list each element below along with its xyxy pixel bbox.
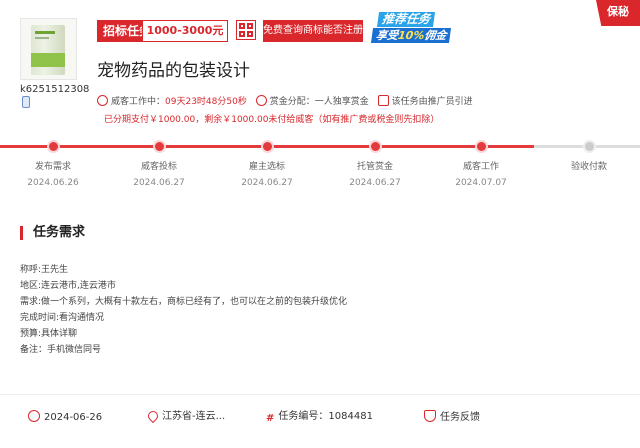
clock-icon bbox=[97, 95, 108, 106]
req-budget: 预算:具体详聊 bbox=[20, 329, 78, 339]
confidential-corner-badge: 保秘 bbox=[596, 0, 640, 26]
trademark-check-button[interactable]: 免费查询商标能否注册 bbox=[263, 20, 363, 42]
referral-text: 该任务由推广员引进 bbox=[391, 97, 473, 107]
promo-line-1: 推荐任务 bbox=[376, 12, 436, 27]
divider bbox=[0, 394, 640, 395]
req-region: 地区:连云港市,连云港市 bbox=[20, 281, 116, 291]
progress-step: 验收付款 bbox=[544, 140, 634, 178]
progress-step: 威客工作 2024.07.07 bbox=[436, 140, 526, 188]
progress-step: 发布需求 2024.06.26 bbox=[8, 140, 98, 188]
footer-location: 江苏省-连云... bbox=[145, 408, 225, 424]
progress-step: 威客投标 2024.06.27 bbox=[114, 140, 204, 188]
shield-icon bbox=[424, 410, 436, 422]
promoter-icon bbox=[377, 95, 389, 106]
footer-task-number: # 任务编号：1084481 bbox=[266, 411, 373, 424]
payment-notice: 已分期支付￥1000.00，剩余￥1000.00未付给威客（如有推广费或税金则先… bbox=[104, 115, 440, 125]
promo-line-2: 享受10%佣金 bbox=[370, 28, 452, 43]
requirements-list: 称呼:王先生 地区:连云港市,连云港市 需求:做一个系列，大概有十款左右，商标已… bbox=[20, 262, 347, 358]
user-id[interactable]: k6251512308 bbox=[20, 84, 89, 95]
req-deadline: 完成时间:看沟通情况 bbox=[20, 313, 105, 323]
footer-date: 2024-06-26 bbox=[28, 410, 102, 425]
hash-icon: # bbox=[266, 413, 275, 424]
req-contact: 称呼:王先生 bbox=[20, 265, 69, 275]
promo-banner[interactable]: 推荐任务 享受10%佣金 bbox=[370, 12, 460, 44]
product-box-image bbox=[31, 25, 65, 75]
location-pin-icon bbox=[145, 408, 161, 424]
price-range-badge: 1000-3000元 bbox=[142, 20, 228, 42]
progress-step: 雇主选标 2024.06.27 bbox=[222, 140, 312, 188]
coin-icon bbox=[255, 95, 267, 106]
product-thumbnail[interactable] bbox=[20, 18, 77, 80]
qr-code-icon[interactable] bbox=[236, 20, 256, 40]
countdown: 09天23时48分50秒 bbox=[165, 97, 247, 107]
reward-mode: 一人独享赏金 bbox=[314, 97, 369, 107]
task-title: 宠物药品的包装设计 bbox=[97, 61, 250, 81]
req-note: 备注：手机微信同号 bbox=[20, 345, 102, 355]
req-need: 需求:做一个系列，大概有十款左右，商标已经有了，也可以在之前的包装升级优化 bbox=[20, 297, 348, 307]
clock-icon bbox=[28, 410, 40, 422]
requirements-title: 任务需求 bbox=[20, 226, 85, 240]
task-feedback-link[interactable]: 任务反馈 bbox=[424, 410, 480, 425]
task-footer: 2024-06-26 江苏省-连云... # 任务编号：1084481 任务反馈 bbox=[0, 400, 640, 448]
progress-step: 托管赏金 2024.06.27 bbox=[330, 140, 420, 188]
task-progress: 发布需求 2024.06.26 威客投标 2024.06.27 雇主选标 2024.0… bbox=[0, 140, 640, 190]
task-header: k6251512308 招标任务 1000-3000元 免费查询商标能否注册 推… bbox=[0, 0, 640, 140]
phone-icon bbox=[22, 96, 30, 108]
task-meta: 威客工作中：09天23时48分50秒 赏金分配：一人独享赏金 该任务由推广员引进 bbox=[97, 94, 479, 107]
